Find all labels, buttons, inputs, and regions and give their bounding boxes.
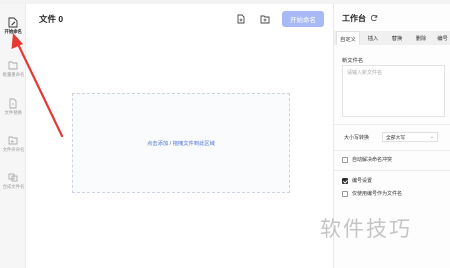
new-name-label: 新文件名 — [342, 58, 364, 64]
sidebar-item-file-replace[interactable]: 文件替换 — [0, 95, 26, 121]
case-select-value: 全部大写 — [386, 136, 406, 141]
divider — [334, 170, 450, 171]
sidebar-item-label: 文件替换 — [4, 110, 22, 115]
sidebar-item-label: 批量重命名 — [2, 72, 24, 77]
tab-replace[interactable]: 替换 — [386, 31, 408, 45]
option-label: 自动解决命名冲突 — [352, 157, 393, 163]
chevron-down-icon: ⌄ — [429, 134, 434, 140]
tab-insert[interactable]: 插入 — [362, 31, 384, 45]
case-conversion-label: 大小写转换 — [344, 135, 370, 141]
add-folder-icon[interactable] — [260, 14, 270, 24]
folder-edit-icon — [8, 61, 18, 70]
divider — [334, 150, 450, 151]
file-count-title: 文件 0 — [39, 14, 64, 24]
option-auto-resolve-conflict[interactable]: 自动解决命名冲突 — [342, 155, 392, 164]
option-numbering-settings[interactable]: 编号设置 — [342, 176, 372, 185]
merge-icon — [8, 173, 18, 182]
tab-delete[interactable]: 删除 — [410, 31, 432, 45]
checkbox[interactable] — [342, 156, 348, 163]
tab-numbering[interactable]: 编号 — [434, 31, 450, 45]
folder-icon — [8, 136, 18, 145]
file-replace-icon — [9, 98, 17, 109]
sidebar-item-label: 开始命名 — [4, 29, 22, 34]
sidebar: 开始命名 批量重命名 文件替换 文件夹命名 合成文件名 — [0, 4, 26, 268]
new-name-input[interactable] — [342, 65, 445, 117]
sidebar-item-folder-rename[interactable]: 文件夹命名 — [0, 132, 26, 158]
watermark-text: 软件技巧 — [320, 217, 412, 241]
panel-title: 工作台 — [342, 14, 366, 23]
option-label: 编号设置 — [352, 178, 373, 184]
sidebar-item-merge-filenames[interactable]: 合成文件名 — [0, 169, 26, 195]
case-conversion-row: 大小写转换 全部大写 ⌄ — [342, 132, 445, 142]
sidebar-item-label: 合成文件名 — [2, 184, 24, 189]
app-window: 开始命名 批量重命名 文件替换 文件夹命名 合成文件名 文件 0 开始命名 点击… — [0, 0, 450, 268]
add-file-icon[interactable] — [236, 14, 246, 24]
tab-custom[interactable]: 自定义 — [336, 31, 360, 45]
checkbox[interactable] — [342, 190, 348, 197]
option-number-only[interactable]: 仅使用编号作为文件名 — [342, 189, 402, 198]
file-drop-zone[interactable]: 点击添加 / 拖拽文件到此区域 — [72, 93, 290, 193]
file-edit-icon — [8, 17, 18, 28]
sidebar-item-start-rename[interactable]: 开始命名 — [0, 14, 26, 40]
refresh-icon[interactable] — [370, 14, 378, 22]
checkbox-checked[interactable] — [342, 177, 348, 184]
panel-tabs: 自定义 插入 替换 删除 编号 — [334, 31, 450, 45]
case-conversion-select[interactable]: 全部大写 ⌄ — [382, 132, 438, 142]
dropzone-text[interactable]: 点击添加 / 拖拽文件到此区域 — [147, 139, 215, 147]
divider — [334, 124, 450, 125]
option-label: 仅使用编号作为文件名 — [352, 191, 403, 197]
start-rename-button[interactable]: 开始命名 — [282, 11, 324, 27]
sidebar-item-batch-rename[interactable]: 批量重命名 — [0, 57, 26, 83]
sidebar-item-label: 文件夹命名 — [2, 147, 24, 152]
